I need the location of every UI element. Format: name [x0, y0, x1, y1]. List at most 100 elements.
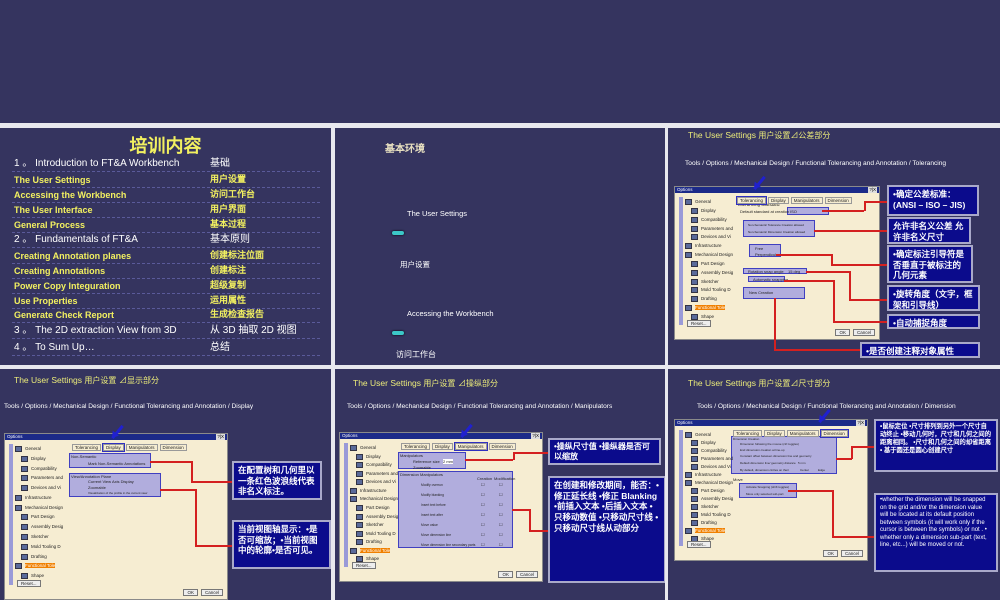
tab-manipulators[interactable]: Manipulators — [453, 442, 488, 451]
tree-item[interactable]: Compatibility — [21, 465, 75, 476]
close-button[interactable]: ?|X — [531, 433, 540, 439]
toc-row[interactable]: The User Interface 用户界面 — [12, 203, 320, 218]
reset-button[interactable]: Reset... — [352, 562, 376, 569]
tree-item[interactable]: Functional Tole — [350, 547, 410, 557]
toc-row[interactable]: Accessing the Workbench 访问工作台 — [12, 188, 320, 203]
checkbox[interactable]: ☐ — [499, 532, 503, 537]
tree-item[interactable]: Drafting — [356, 539, 410, 548]
tree-scrollbar[interactable] — [679, 197, 683, 325]
cancel-button[interactable]: Cancel — [515, 571, 538, 578]
ok-button[interactable]: OK — [823, 550, 838, 557]
cancel-button[interactable]: Cancel — [852, 329, 875, 336]
checkbox[interactable]: ☐ — [499, 542, 503, 547]
toc-row[interactable]: 3 。 The 2D extraction View from 3D 从 3D 抽… — [12, 324, 320, 339]
tree-item[interactable]: Assembly Desig — [356, 513, 410, 523]
tree-item[interactable]: Mechanical Design — [15, 504, 75, 515]
close-button[interactable]: ?|X — [856, 420, 865, 426]
toc-row[interactable]: 2 。 Fundamentals of FT&A 基本原则 — [12, 233, 320, 248]
tree-item[interactable]: General — [685, 199, 745, 208]
tree-item[interactable]: Part Design — [356, 504, 410, 514]
tab-display[interactable]: Display — [768, 197, 789, 204]
tree-item[interactable]: Mold Tooling D — [356, 530, 410, 540]
slide-training-contents[interactable]: 培训内容 1 。 Introduction to FT&A Workbench 基… — [0, 128, 331, 365]
tab-dimension[interactable]: Dimension — [488, 443, 516, 450]
tree-item[interactable]: Parameters and — [691, 225, 745, 235]
tree-item[interactable]: Parameters and — [691, 456, 745, 464]
tree-item[interactable]: Devices and Vi — [356, 479, 410, 488]
close-button[interactable]: ?|X — [216, 434, 225, 440]
ok-button[interactable]: OK — [498, 571, 513, 578]
reset-button[interactable]: Reset... — [17, 580, 41, 587]
slide-basic-environment[interactable]: 基本环境 The User Settings 用户设置 Accessing th… — [335, 128, 665, 365]
tree-item[interactable]: General — [15, 446, 75, 456]
tab-tolerancing[interactable]: Tolerancing — [735, 196, 768, 205]
tab-manipulators[interactable]: Manipulators — [786, 430, 819, 437]
tab-display[interactable]: Display — [102, 443, 125, 452]
tree-item[interactable]: Parameters and — [21, 475, 75, 485]
tree-item[interactable]: Mold Tooling D — [691, 287, 745, 296]
checkbox[interactable]: ☐ — [481, 512, 485, 517]
tab-manipulators[interactable]: Manipulators — [125, 444, 158, 451]
tab-dimension[interactable]: Dimension — [159, 444, 187, 451]
tree-item[interactable]: Devices and Vi — [691, 464, 745, 472]
checkbox[interactable]: ☐ — [481, 522, 485, 527]
cancel-button[interactable]: Cancel — [200, 589, 223, 596]
tree-item[interactable]: Sketcher — [356, 522, 410, 531]
tab-manipulators[interactable]: Manipulators — [790, 197, 823, 204]
checkbox[interactable]: ☐ — [499, 482, 503, 487]
tree-item[interactable]: Assembly Desig — [691, 496, 745, 504]
tree-item[interactable]: Devices and Vi — [21, 485, 75, 495]
tree-item[interactable]: Drafting — [691, 520, 745, 528]
tab-tolerancing[interactable]: Tolerancing — [733, 430, 763, 437]
tree-item[interactable]: Compatibility — [356, 462, 410, 471]
tree-item[interactable]: Compatibility — [691, 448, 745, 456]
tree-item[interactable]: Parameters and — [356, 470, 410, 480]
toc-row[interactable]: Power Copy Integuration 超级复制 — [12, 279, 320, 294]
slide-dimension[interactable]: The User Settings 用户设置⊿尺寸部分 Tools / Opti… — [668, 369, 1000, 600]
tab-display[interactable]: Display — [432, 443, 453, 450]
tree-item[interactable]: Sketcher — [691, 278, 745, 288]
tree-scrollbar[interactable] — [679, 430, 683, 546]
tree-item[interactable]: Sketcher — [691, 504, 745, 512]
tree-item[interactable]: Display — [21, 455, 75, 466]
tree-item[interactable]: Functional Tole — [15, 563, 75, 573]
tree-item[interactable]: Assembly Desig — [21, 524, 75, 534]
tree-item[interactable]: Functional Tole — [685, 528, 745, 536]
checkbox[interactable]: ☐ — [481, 502, 485, 507]
slide-tolerancing[interactable]: The User Settings 用户设置⊿公差部分 Tools / Opti… — [668, 128, 1000, 365]
tree-item[interactable]: Infrastructure — [685, 243, 745, 252]
toc-row[interactable]: The User Settings 用户设置 — [12, 173, 320, 188]
checkbox[interactable]: ☐ — [481, 542, 485, 547]
tree-item[interactable]: Mechanical Design — [685, 252, 745, 261]
toc-row[interactable]: 1 。 Introduction to FT&A Workbench 基础 — [12, 157, 320, 172]
tree-item[interactable]: Display — [691, 440, 745, 448]
checkbox[interactable]: ☐ — [499, 512, 503, 517]
checkbox[interactable]: ☐ — [499, 502, 503, 507]
checkbox[interactable]: ☐ — [481, 492, 485, 497]
tab-tolerancing[interactable]: Tolerancing — [401, 443, 431, 450]
ok-button[interactable]: OK — [183, 589, 198, 596]
tree-item[interactable]: Infrastructure — [350, 487, 410, 497]
tab-display[interactable]: Display — [764, 430, 785, 437]
close-button[interactable]: ?|X — [868, 187, 877, 193]
toc-row[interactable]: Creating Annotation planes 创建标注位面 — [12, 249, 320, 264]
tree-item[interactable]: Drafting — [691, 296, 745, 305]
tree-item[interactable]: Display — [691, 207, 745, 217]
slide-display[interactable]: The User Settings 用户设置 ⊿显示部分 Tools / Opt… — [0, 369, 331, 600]
tree-item[interactable]: Mechanical Design — [350, 496, 410, 505]
checkbox[interactable]: ☐ — [499, 522, 503, 527]
toc-row[interactable]: Use Properties 运用属性 — [12, 294, 320, 309]
ok-button[interactable]: OK — [835, 329, 850, 336]
tree-item[interactable]: Devices and Vi — [691, 234, 745, 243]
tree-item[interactable]: Mold Tooling D — [691, 512, 745, 520]
tree-item[interactable]: Part Design — [691, 260, 745, 270]
tree-item[interactable]: Infrastructure — [15, 494, 75, 505]
reset-button[interactable]: Reset... — [687, 320, 711, 327]
tree-item[interactable]: Display — [356, 453, 410, 463]
tree-item[interactable]: Assembly Desig — [691, 269, 745, 279]
toc-row[interactable]: 4 。 To Sum Up… 总结 — [12, 341, 320, 356]
checkbox[interactable]: ☐ — [481, 482, 485, 487]
tree-item[interactable]: Part Design — [691, 488, 745, 496]
toc-row[interactable]: Creating Annotations 创建标注 — [12, 264, 320, 279]
tab-dimension[interactable]: Dimension — [819, 429, 849, 438]
